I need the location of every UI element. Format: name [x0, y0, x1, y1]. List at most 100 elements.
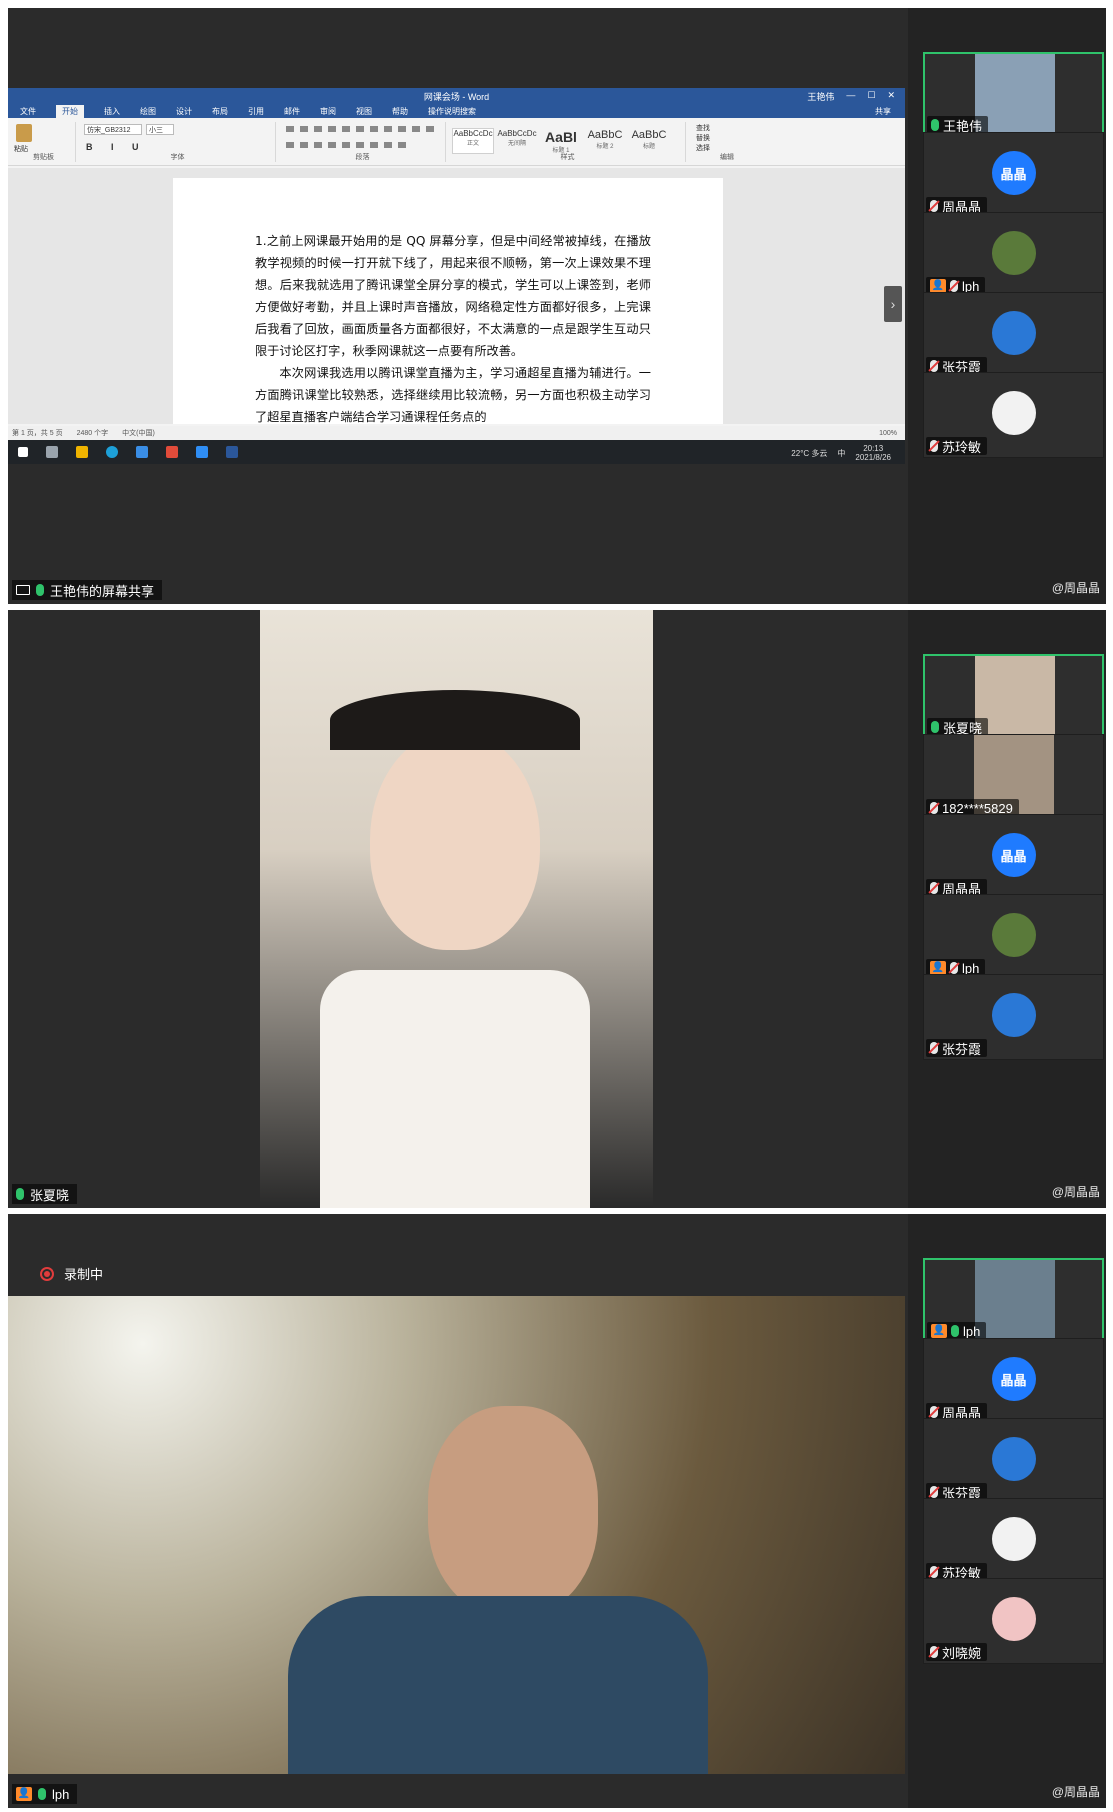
tencent-meeting-icon[interactable]	[196, 446, 208, 458]
list-buttons[interactable]	[286, 126, 436, 132]
participant-name-label: 张芬霞	[926, 1039, 988, 1057]
meeting-panel-screen-share: 网课会场 - Word 王艳伟 — ☐ ✕ 文件 开始 插入 绘图 设计 布局 引用 邮件 审阅…	[8, 8, 1106, 604]
feishu-icon[interactable]	[136, 446, 148, 458]
shared-screen-area: 网课会场 - Word 王艳伟 — ☐ ✕ 文件 开始 插入 绘图 设计 布局 引用 邮件 审阅…	[8, 8, 905, 604]
participant-tile[interactable]: 刘晓婉	[923, 1578, 1104, 1664]
document-text[interactable]: 1.之前上网课最开始用的是 QQ 屏幕分享，但是中间经常被掉线，在播放教学视频的…	[255, 230, 651, 424]
maximize-icon[interactable]: ☐	[867, 90, 875, 103]
participant-avatar: 晶晶	[991, 1357, 1036, 1401]
participant-name: 张芬霞	[942, 1041, 982, 1057]
ribbon-tab[interactable]: 绘图	[140, 106, 156, 117]
speaker-face	[428, 1406, 598, 1616]
clock[interactable]: 20:13 2021/8/26	[855, 444, 891, 462]
participant-tile[interactable]: 张芬霞	[923, 974, 1104, 1060]
participant-tile[interactable]: 182****5829	[923, 734, 1104, 820]
file-explorer-icon[interactable]	[76, 446, 88, 458]
word-status-bar: 第 1 页，共 5 页 2480 个字 中文(中国) 100%	[8, 426, 905, 440]
find-button[interactable]: 查找	[696, 124, 710, 134]
participant-tile[interactable]: 张芬霞	[923, 1418, 1104, 1504]
participant-tile[interactable]: 王艳伟	[923, 52, 1104, 138]
watermark: @周晶晶	[1051, 1185, 1100, 1199]
task-view-icon[interactable]	[46, 446, 58, 458]
ribbon-tab[interactable]: 引用	[248, 106, 264, 117]
participant-tile[interactable]: 苏玲敏	[923, 1498, 1104, 1584]
participant-tile[interactable]: 苏玲敏	[923, 372, 1104, 458]
ribbon-tab[interactable]: 文件	[20, 106, 36, 117]
participant-name-label: 刘晓婉	[926, 1643, 988, 1661]
share-button[interactable]: 共享	[875, 106, 891, 117]
mic-muted-icon	[930, 440, 938, 452]
speaker-video-area: 张夏晓	[8, 610, 905, 1208]
speaker-name-text: 张夏晓	[30, 1187, 70, 1203]
minimize-icon[interactable]: —	[846, 90, 855, 103]
collapse-sidebar-arrow-icon[interactable]: ›	[884, 286, 902, 322]
ribbon-tab[interactable]: 视图	[356, 106, 372, 117]
word-user-name: 王艳伟	[807, 92, 835, 102]
group-label-font: 字体	[170, 154, 185, 161]
close-icon[interactable]: ✕	[887, 90, 895, 103]
recording-indicator[interactable]: 录制中	[40, 1264, 103, 1283]
word-ribbon-tabs: 文件 开始 插入 绘图 设计 布局 引用 邮件 审阅 视图 帮助 操作说明搜索	[8, 104, 905, 118]
participant-tile[interactable]: 👤 lph	[923, 1258, 1104, 1344]
edit-items[interactable]: 查找 替换 选择	[696, 124, 710, 154]
participant-tile[interactable]: 👤 lph	[923, 894, 1104, 980]
ribbon-tab[interactable]: 帮助	[392, 106, 408, 117]
ribbon-tab[interactable]: 邮件	[284, 106, 300, 117]
format-buttons[interactable]: B I U	[86, 142, 147, 152]
ribbon-tab[interactable]: 设计	[176, 106, 192, 117]
ribbon-tab[interactable]: 操作说明搜索	[428, 106, 476, 117]
replace-button[interactable]: 替换	[696, 134, 710, 144]
font-name-select[interactable]: 仿宋_GB2312	[84, 124, 142, 135]
speaker-video	[8, 1296, 905, 1774]
mic-on-icon	[16, 1188, 24, 1200]
ribbon-tab[interactable]: 布局	[212, 106, 228, 117]
weather-text[interactable]: 22°C 多云	[791, 448, 827, 459]
group-label-styles: 样式	[560, 154, 575, 161]
ime-indicator[interactable]: 中	[837, 448, 845, 459]
font-size-select[interactable]: 小三	[146, 124, 174, 135]
mic-muted-icon	[950, 280, 958, 292]
style-name: 无间隔	[507, 141, 526, 147]
participant-tile[interactable]: 晶晶 周晶晶	[923, 132, 1104, 218]
style-title[interactable]: AaBbC 标题	[628, 128, 670, 154]
style-preview: AaBbCcDc	[453, 129, 493, 138]
speaker-name-label: 张夏晓	[12, 1184, 78, 1204]
mic-on-icon	[36, 584, 44, 596]
paste-icon[interactable]	[16, 124, 32, 142]
style-normal[interactable]: AaBbCcDc 正文	[452, 128, 494, 154]
editing-group: 查找 替换 选择 编辑	[692, 122, 762, 162]
edge-icon[interactable]	[106, 446, 118, 458]
ribbon-tab[interactable]: 开始	[56, 104, 84, 118]
mic-muted-icon	[930, 1566, 938, 1578]
ribbon-tab[interactable]: 插入	[104, 106, 120, 117]
ribbon-tab[interactable]: 审阅	[320, 106, 336, 117]
participant-tile[interactable]: 晶晶 周晶晶	[923, 814, 1104, 900]
meeting-panel-recording: 录制中 👤 lph 👤 lph 晶晶 周晶晶 张芬霞 苏玲敏 刘晓婉 @周晶晶	[8, 1214, 1106, 1808]
participant-tile[interactable]: 👤 lph	[923, 212, 1104, 298]
participant-avatar: 晶晶	[991, 833, 1036, 877]
word-count: 2480 个字	[76, 430, 109, 437]
share-label-text: 王艳伟的屏幕共享	[50, 583, 155, 599]
participant-tile[interactable]: 张芬霞	[923, 292, 1104, 378]
style-heading1[interactable]: AaBl 标题 1	[540, 128, 582, 154]
participant-tile[interactable]: 张夏晓	[923, 654, 1104, 740]
group-label-clipboard: 剪贴板	[33, 154, 54, 161]
mic-on-icon	[931, 119, 939, 131]
host-icon: 👤	[931, 1324, 947, 1338]
participant-tile[interactable]: 晶晶 周晶晶	[923, 1338, 1104, 1424]
participant-list: 👤 lph 晶晶 周晶晶 张芬霞 苏玲敏刘晓婉	[908, 1214, 1106, 1808]
style-no-spacing[interactable]: AaBbCcDc 无间隔	[496, 128, 538, 154]
store-icon[interactable]	[166, 446, 178, 458]
participant-avatar	[991, 993, 1036, 1037]
speaker-video	[260, 610, 653, 1208]
mic-muted-icon	[930, 802, 938, 814]
zoom-level[interactable]: 100%	[879, 430, 897, 437]
style-heading2[interactable]: AaBbC 标题 2	[584, 128, 626, 154]
word-taskbar-icon[interactable]	[226, 446, 238, 458]
align-buttons[interactable]	[286, 142, 406, 148]
host-icon: 👤	[930, 279, 946, 293]
start-icon[interactable]	[18, 447, 28, 457]
participant-name: 苏玲敏	[942, 439, 982, 455]
participant-avatar: 晶晶	[991, 151, 1036, 195]
participant-name: lph	[963, 1323, 981, 1339]
